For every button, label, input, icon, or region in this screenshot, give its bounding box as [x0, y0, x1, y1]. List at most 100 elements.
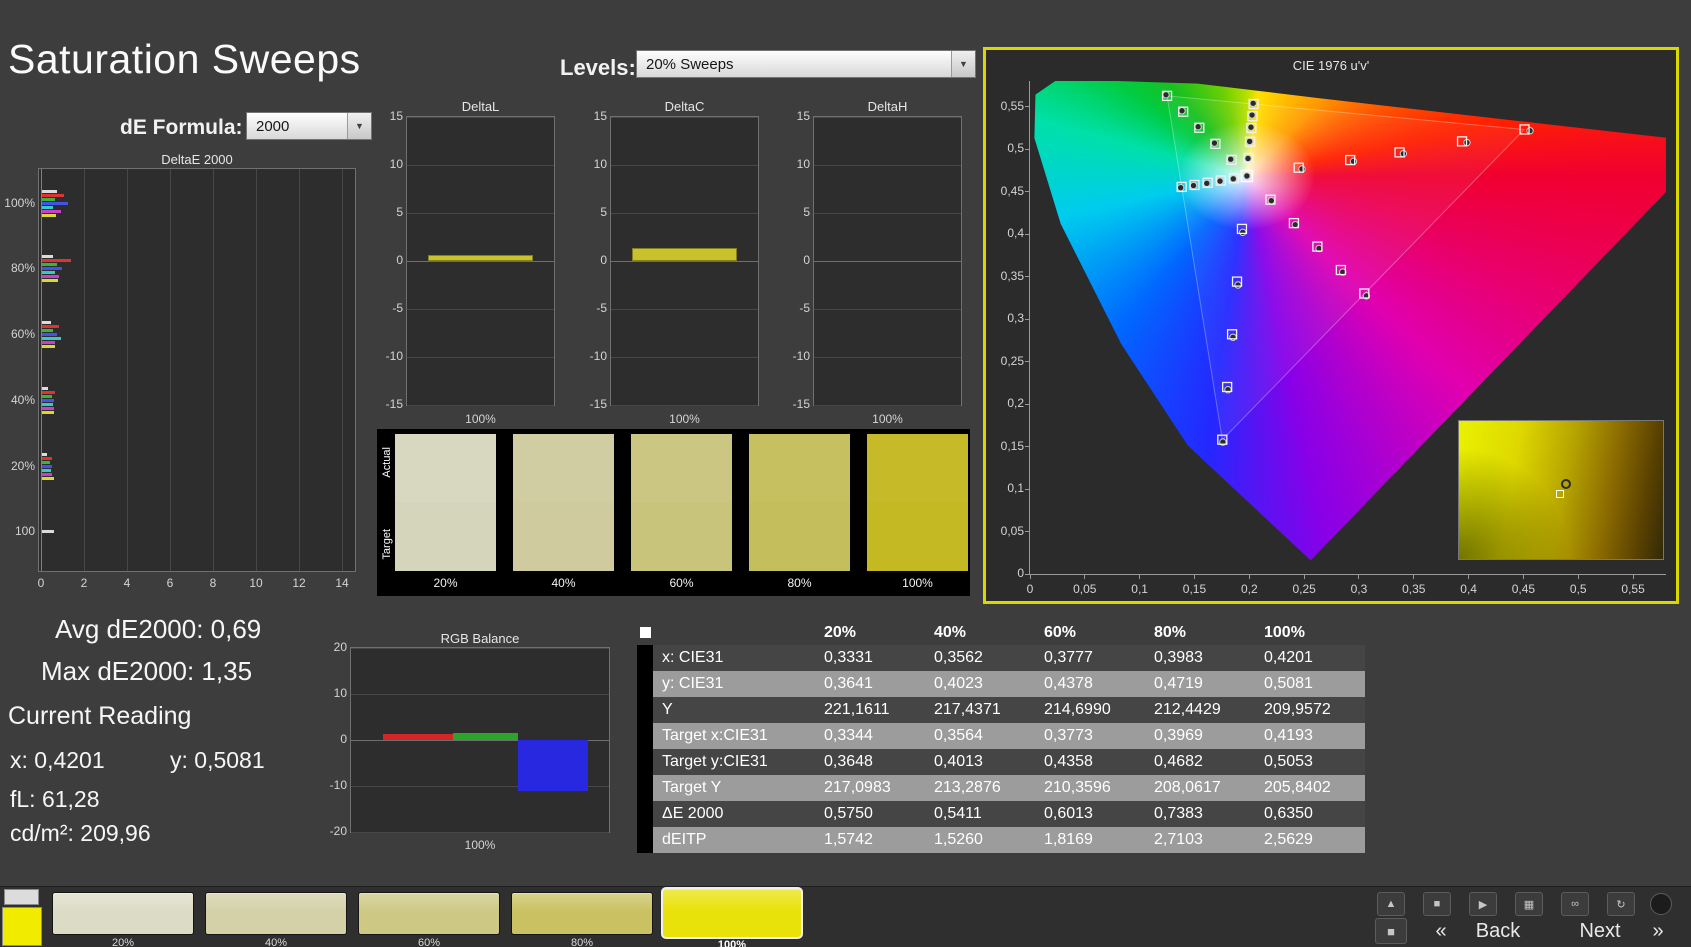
table-cell: 208,0617 [1145, 775, 1255, 801]
sweep-swatch-label: 100% [902, 576, 933, 590]
table-cell: 1,8169 [1035, 827, 1145, 853]
mini-yellow-swatch[interactable] [2, 907, 42, 946]
x-tickmark [1303, 574, 1305, 579]
saturation-swatch-100%[interactable] [661, 887, 803, 939]
deltae-bar [42, 333, 58, 336]
calibration-app: Saturation Sweeps dE Formula: 2000 ▼ Lev… [0, 0, 1691, 947]
blue-measured-marker [1234, 281, 1242, 289]
gridline [407, 117, 554, 118]
page-title: Saturation Sweeps [8, 36, 361, 82]
y-tick-label: 0 [600, 253, 607, 267]
deltae-bar [42, 267, 63, 270]
gridline [407, 357, 554, 358]
table-cell: 0,4378 [1035, 671, 1145, 697]
table-row-strip [637, 827, 653, 853]
green-measured-marker [1226, 155, 1235, 163]
y-tickmark [1025, 531, 1030, 532]
table-row-strip [637, 723, 653, 749]
table-col-header: 20% [824, 624, 857, 641]
record-icon[interactable] [1650, 893, 1672, 915]
deltae-x-tick-label: 10 [249, 576, 263, 590]
y-tick-label: 15 [593, 109, 607, 123]
y-tick-label: -10 [329, 778, 347, 792]
stop-icon[interactable]: ■ [1423, 892, 1451, 916]
table-row-label: Y [653, 697, 815, 723]
table-cell: 0,3777 [1035, 645, 1145, 671]
gridline [814, 165, 961, 166]
cie-x-tick-label: 0,45 [1511, 582, 1536, 596]
deltae-bar [42, 190, 58, 193]
table-row: dEITP 1,5742 1,5260 1,8169 2,7103 2,5629 [637, 827, 1365, 853]
eject-icon[interactable]: ▲ [1377, 892, 1405, 916]
yellow-measured-marker [1244, 154, 1252, 163]
deltae-x-tick-label: 0 [37, 576, 45, 590]
next-button[interactable]: Next [1560, 918, 1640, 944]
cie-x-tick-label: 0,25 [1292, 582, 1316, 596]
deltal-chart-title: DeltaL [461, 99, 500, 114]
play-icon[interactable]: ▶ [1469, 892, 1497, 916]
table-cell: 221,1611 [815, 697, 925, 723]
table-cell: 0,3331 [815, 645, 925, 671]
y-tick-label: -15 [589, 397, 607, 411]
table-cell: 0,6013 [1035, 801, 1145, 827]
deltae-y-label: 80% [10, 261, 35, 275]
stop-icon[interactable]: ■ [1375, 918, 1407, 944]
cyan-measured-marker [1189, 181, 1198, 190]
deltae-x-tick-label: 8 [209, 576, 217, 590]
table-cell: 0,5411 [925, 801, 1035, 827]
avg-de2000: Avg dE2000: 0,69 [55, 614, 262, 644]
y-tick-label: 0 [803, 253, 810, 267]
deltae-bar [42, 453, 48, 456]
table-cell: 210,3596 [1035, 775, 1145, 801]
deltae-bar [42, 210, 62, 213]
white-point-measured [1243, 172, 1251, 180]
saturation-swatch-label: 100% [717, 939, 747, 947]
saturation-swatch-40%[interactable] [205, 892, 347, 935]
y-tickmark [1025, 233, 1030, 235]
infinity-icon[interactable]: ∞ [1561, 892, 1589, 916]
deltae-gridline [84, 169, 85, 571]
deltae-bar [42, 411, 54, 414]
mini-white-swatch[interactable] [4, 889, 39, 905]
deltae-x-tick-label: 6 [166, 576, 174, 590]
x-tickmark [1139, 574, 1141, 579]
rgb-balance-title: RGB Balance [440, 631, 520, 646]
back-button[interactable]: Back [1458, 918, 1538, 944]
table-corner-handle[interactable] [640, 627, 651, 638]
de-formula-dropdown[interactable]: 2000 ▼ [246, 112, 372, 140]
y-tick-label: 0 [340, 732, 347, 746]
saturation-swatch-label: 20% [111, 937, 135, 947]
table-cell: 0,4682 [1145, 749, 1255, 775]
saturation-swatch-20%[interactable] [52, 892, 194, 935]
cie-x-tick-label: 0,05 [1073, 582, 1097, 596]
table-row-label: y: CIE31 [653, 671, 815, 697]
y-tickmark [1025, 318, 1030, 320]
table-cell: 1,5742 [815, 827, 925, 853]
refresh-icon[interactable]: ↻ [1607, 892, 1635, 916]
red-measured-marker [1298, 165, 1306, 173]
deltae-gridline [41, 169, 42, 571]
delta-bar [631, 247, 738, 261]
saturation-swatch-60%[interactable] [358, 892, 500, 935]
rgb-bar-red [383, 734, 453, 740]
actual-label: Actual [381, 447, 393, 478]
cie-y-tick-label: 0,45 [1000, 183, 1024, 198]
chevron-down-icon: ▼ [951, 51, 975, 77]
y-tick-label: 10 [333, 686, 347, 700]
grid-icon[interactable]: ▦ [1515, 892, 1543, 916]
table-row-label: ΔE 2000 [653, 801, 815, 827]
de-formula-value: 2000 [256, 117, 290, 135]
rgb-x-label: 100% [464, 838, 496, 852]
table-cell: 0,3648 [815, 749, 925, 775]
levels-dropdown[interactable]: 20% Sweeps ▼ [636, 50, 976, 78]
chevrons-left-icon[interactable]: « [1428, 918, 1454, 944]
saturation-swatch-80%[interactable] [511, 892, 653, 935]
chevrons-right-icon[interactable]: » [1645, 918, 1671, 944]
gridline [814, 405, 961, 406]
deltae-gridline [299, 169, 300, 571]
table-cell: 0,3969 [1145, 723, 1255, 749]
gridline [407, 213, 554, 214]
yellow-measured-marker [1248, 111, 1256, 119]
green-measured-marker [1194, 123, 1202, 131]
table-cell: 0,4201 [1255, 645, 1365, 671]
